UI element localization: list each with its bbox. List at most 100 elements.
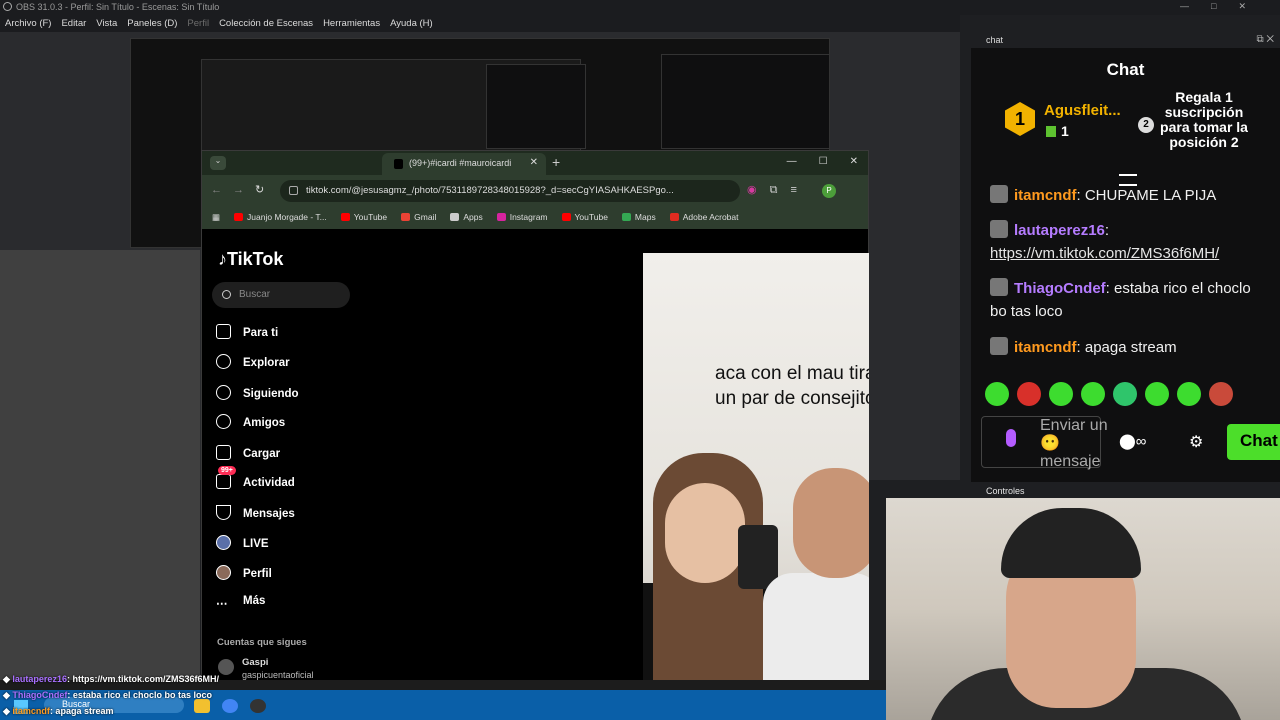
menu-ayuda[interactable]: Ayuda (H): [390, 18, 433, 29]
avatar[interactable]: [218, 659, 234, 675]
bookmark-item[interactable]: YouTube: [561, 212, 608, 224]
tab-title: (99+)#icardi #mauroicardi: [409, 158, 512, 168]
media-icon[interactable]: ≡: [790, 184, 796, 196]
extension-icon[interactable]: ◉: [747, 184, 757, 196]
phone-image: [738, 525, 778, 589]
menu-herramientas[interactable]: Herramientas: [323, 18, 380, 29]
avatar: [990, 185, 1008, 203]
acrobat-icon: [669, 213, 679, 221]
emote-icon[interactable]: [1017, 382, 1041, 406]
youtube-icon: [234, 213, 244, 221]
gift-user[interactable]: Agusfleit...: [1044, 102, 1121, 119]
chat-dock: chat ⧉ ✕ Chat 1 Agusfleit... 1 2 Regala …: [971, 32, 1280, 482]
new-tab-button[interactable]: +: [552, 154, 560, 170]
nested-chat-block: [486, 64, 586, 149]
menu-paneles[interactable]: Paneles (D): [127, 18, 177, 29]
bookmark-item[interactable]: Juanjo Morgade - T...: [234, 212, 327, 224]
nav-cargar[interactable]: Cargar: [216, 445, 366, 460]
chat-send-button[interactable]: Chat: [1227, 424, 1280, 460]
nav-siguiendo[interactable]: Siguiendo: [216, 385, 366, 400]
chat-message: itamcndf: CHUPAME LA PIJA: [990, 184, 1270, 207]
obs-window-controls[interactable]: —□✕: [1180, 1, 1268, 12]
site-info-icon[interactable]: [289, 186, 298, 195]
profile-avatar[interactable]: P: [822, 184, 836, 198]
send-icon: [216, 505, 231, 520]
gray-canvas-region: [0, 250, 200, 680]
menu-coleccion-escenas[interactable]: Colección de Escenas: [219, 18, 313, 29]
menu-editar[interactable]: Editar: [61, 18, 86, 29]
reload-button[interactable]: ↻: [255, 184, 264, 196]
gift-cta-text[interactable]: Regala 1 suscripción para tomar la posic…: [1159, 90, 1249, 150]
rank-badge-icon: 1: [1005, 102, 1035, 136]
bits-icon[interactable]: ⬤∞: [1119, 432, 1146, 450]
chat-input[interactable]: Enviar un 😶 mensaje: [981, 416, 1108, 470]
bookmark-item[interactable]: Apps: [450, 212, 483, 224]
nav-perfil[interactable]: Perfil: [216, 565, 366, 580]
apps-grid-icon[interactable]: ▦: [212, 212, 220, 224]
search-input[interactable]: Buscar: [212, 282, 350, 308]
omnibox[interactable]: tiktok.com/@jesusagmz_/photo/75311897283…: [280, 180, 740, 202]
tiktok-photo-post[interactable]: aca con el mau tirando un par de conseji…: [643, 253, 869, 683]
forward-button[interactable]: →: [233, 184, 244, 196]
folder-icon[interactable]: [194, 699, 210, 713]
bookmark-item[interactable]: Adobe Acrobat: [669, 212, 738, 224]
gear-icon[interactable]: ⚙: [1189, 432, 1203, 452]
inbox-icon: [216, 474, 231, 489]
menu-vista[interactable]: Vista: [96, 18, 117, 29]
bookmark-item[interactable]: YouTube: [340, 212, 387, 224]
minimize-button[interactable]: —: [787, 156, 797, 167]
ticker-line: ◆ lautaperez16: https://vm.tiktok.com/ZM…: [3, 674, 219, 684]
emote-icon[interactable]: [1209, 382, 1233, 406]
close-tab-icon[interactable]: ✕: [530, 157, 538, 168]
close-window-button[interactable]: ✕: [850, 156, 858, 167]
nav-explorar[interactable]: Explorar: [216, 354, 366, 369]
following-name[interactable]: Gaspi: [242, 657, 268, 668]
bookmark-item[interactable]: Gmail: [401, 212, 436, 224]
person-right-body: [763, 573, 869, 683]
chat-title: Chat: [1106, 60, 1145, 79]
tab-tiktok[interactable]: (99+)#icardi #mauroicardi ✕: [382, 153, 546, 175]
youtube-icon: [561, 213, 571, 221]
nav-para-ti[interactable]: Para ti: [216, 324, 366, 339]
nav-mas[interactable]: ⋯ Más: [216, 595, 366, 611]
instagram-icon: [496, 213, 506, 221]
emote-icon[interactable]: [1049, 382, 1073, 406]
more-dots-icon: ⋯: [216, 598, 228, 610]
live-icon: [216, 535, 231, 550]
dock-buttons[interactable]: ⧉ ✕: [1256, 34, 1274, 45]
photo-caption: aca con el mau tirando un par de conseji…: [715, 363, 869, 409]
gmail-icon: [401, 213, 411, 221]
activity-badge: 99+: [218, 466, 236, 475]
maps-icon: [621, 213, 631, 221]
nav-buttons: ← → ↻: [211, 183, 275, 196]
webcam-feed: [886, 498, 1280, 720]
nav-actividad[interactable]: 99+ Actividad: [216, 466, 366, 489]
tab-search-button[interactable]: ⌄: [210, 156, 226, 170]
menu-archivo[interactable]: Archivo (F): [5, 18, 51, 29]
chat-link[interactable]: https://vm.tiktok.com/ZMS36f6MH/: [990, 245, 1219, 262]
chrome-window: ⌄ (99+)#icardi #mauroicardi ✕ + — ☐ ✕ ← → ↻ …: [201, 150, 869, 683]
bookmark-item[interactable]: Instagram: [496, 212, 548, 224]
menu-perfil[interactable]: Perfil: [187, 18, 209, 29]
maximize-button[interactable]: ☐: [819, 156, 828, 167]
emote-icon[interactable]: [1145, 382, 1169, 406]
nav-mensajes[interactable]: Mensajes: [216, 505, 366, 520]
nav-amigos[interactable]: Amigos: [216, 414, 366, 429]
emote-icon[interactable]: [985, 382, 1009, 406]
search-icon: [222, 290, 231, 299]
ticker-line: ◆ ThiagoCndef: estaba rico el choclo bo …: [3, 690, 212, 700]
nav-live[interactable]: LIVE: [216, 535, 366, 550]
chat-dock-header: chat ⧉ ✕: [971, 32, 1280, 48]
obs-icon[interactable]: [250, 699, 266, 713]
profile-icon: [216, 565, 231, 580]
back-button[interactable]: ←: [211, 184, 222, 196]
bookmark-item[interactable]: Maps: [621, 212, 656, 224]
mic-icon[interactable]: [1006, 429, 1016, 447]
emote-icon[interactable]: [1081, 382, 1105, 406]
following-handle[interactable]: gaspicuentaoficial: [242, 670, 314, 680]
emote-icon[interactable]: [1177, 382, 1201, 406]
puzzle-icon[interactable]: ⧉: [770, 184, 778, 196]
emote-icon[interactable]: [1113, 382, 1137, 406]
chrome-icon[interactable]: [222, 699, 238, 713]
tiktok-logo[interactable]: ♪TikTok: [218, 249, 283, 270]
